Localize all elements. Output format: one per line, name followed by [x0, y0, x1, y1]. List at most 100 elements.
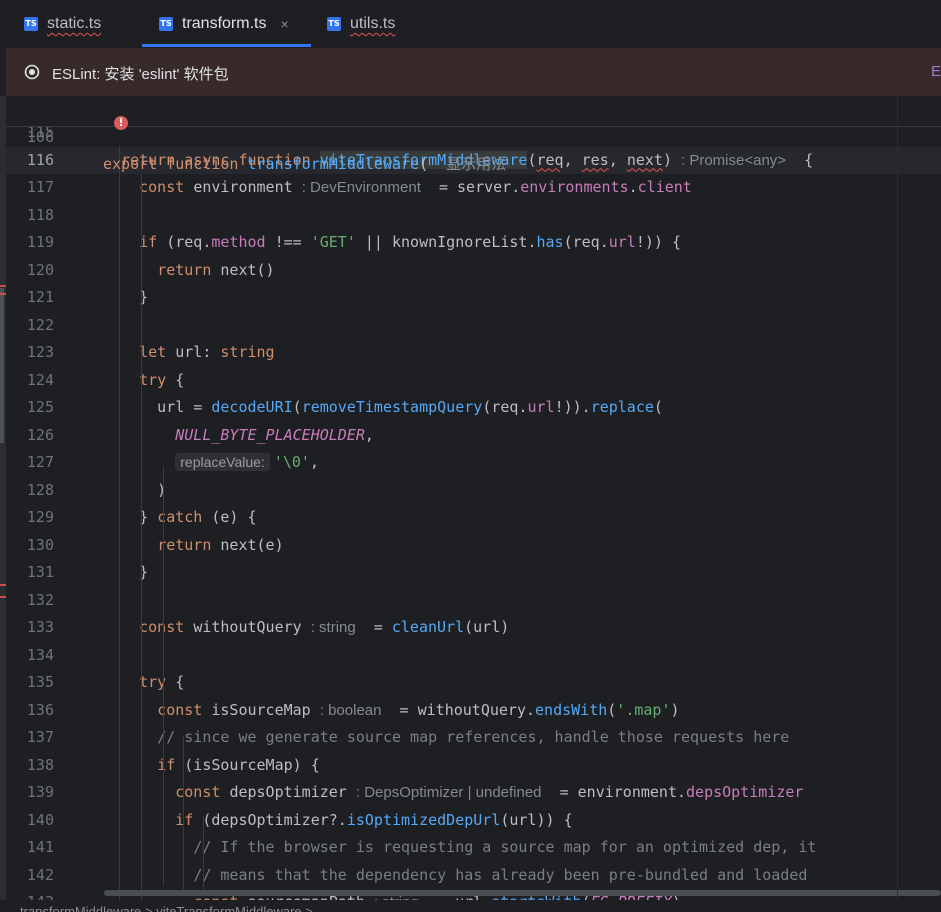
line-number[interactable]: 122 — [6, 312, 54, 339]
code-line[interactable]: 120 return next() — [6, 257, 941, 284]
code-token: // since we generate source map referenc… — [157, 728, 790, 746]
code-token: next(e) — [220, 535, 284, 554]
line-number[interactable]: 136 — [6, 697, 54, 724]
scrollbar-thumb[interactable] — [0, 288, 4, 443]
line-number[interactable]: 124 — [6, 367, 54, 394]
code-line[interactable]: 128 ) — [6, 477, 941, 504]
line-number[interactable]: 130 — [6, 532, 54, 559]
code-token: catch — [157, 508, 212, 526]
line-number[interactable]: 118 — [6, 202, 54, 229]
code-editor[interactable]: 115 116 return async function viteTransfo… — [6, 96, 941, 912]
line-number[interactable]: 132 — [6, 587, 54, 614]
line-number[interactable]: 139 — [6, 779, 54, 806]
code-text: return next(e) — [103, 532, 284, 559]
line-number[interactable]: 140 — [6, 807, 54, 834]
code-line[interactable]: 129 } catch (e) { — [6, 504, 941, 531]
code-line[interactable]: 137 // since we generate source map refe… — [6, 724, 941, 751]
code-line[interactable]: 140 if (depsOptimizer?.isOptimizedDepUrl… — [6, 807, 941, 834]
sticky-scope-header[interactable]: 106 export function transformMiddleware(… — [6, 96, 941, 173]
line-number[interactable]: 134 — [6, 642, 54, 669]
code-line[interactable]: 126 NULL_BYTE_PLACEHOLDER, — [6, 422, 941, 449]
code-line[interactable]: 138 if (isSourceMap) { — [6, 752, 941, 779]
line-number[interactable]: 142 — [6, 862, 54, 889]
code-token: const — [139, 618, 194, 636]
code-line[interactable]: 125 url = decodeURI(removeTimestampQuery… — [6, 394, 941, 421]
line-number[interactable]: 133 — [6, 614, 54, 641]
code-line[interactable]: 117 const environment : DevEnvironment =… — [6, 174, 941, 201]
line-number[interactable]: 128 — [6, 477, 54, 504]
code-line[interactable]: 121 } — [6, 284, 941, 311]
line-number[interactable]: 119 — [6, 229, 54, 256]
code-token: cleanUrl — [391, 618, 465, 636]
code-line[interactable]: 136 const isSourceMap : boolean = withou… — [6, 697, 941, 724]
code-token: removeTimestampQuery — [301, 398, 483, 416]
breadcrumb[interactable]: transformMiddleware > viteTransformMiddl… — [20, 904, 313, 912]
code-line[interactable]: 134 — [6, 642, 941, 669]
line-number[interactable]: 125 — [6, 394, 54, 421]
line-number[interactable]: 131 — [6, 559, 54, 586]
code-token: (e) { — [211, 508, 257, 526]
code-line[interactable]: 119 if (req.method !== 'GET' || knownIgn… — [6, 229, 941, 256]
close-icon[interactable]: × — [280, 16, 288, 32]
banner-action-link[interactable]: E — [931, 63, 941, 80]
code-token: try — [139, 370, 176, 389]
code-line[interactable]: 118 — [6, 202, 941, 229]
error-bulb-icon[interactable]: ! — [114, 116, 128, 130]
line-number[interactable]: 126 — [6, 422, 54, 449]
line-number[interactable]: 121 — [6, 284, 54, 311]
line-number[interactable]: 135 — [6, 669, 54, 696]
code-line[interactable]: 131 } — [6, 559, 941, 586]
typescript-file-icon: TS — [327, 17, 341, 31]
code-text: // If the browser is requesting a source… — [103, 834, 816, 861]
code-token: !)) { — [635, 233, 681, 251]
code-token: NULL_BYTE_PLACEHOLDER — [175, 425, 365, 444]
line-number[interactable]: 123 — [6, 339, 54, 366]
code-line[interactable]: 132 — [6, 587, 941, 614]
code-line[interactable]: 135 try { — [6, 669, 941, 696]
sticky-code: export function transformMiddleware( 显示用… — [103, 151, 506, 178]
tab-utils-ts[interactable]: TS utils.ts — [327, 0, 395, 48]
code-token: has — [536, 233, 564, 251]
code-token: '\0' — [273, 453, 310, 471]
eslint-notification-banner[interactable]: ESLint: 安装 'eslint' 软件包 E — [6, 48, 941, 96]
code-line[interactable]: 141 // If the browser is requesting a so… — [6, 834, 941, 861]
code-token: (depsOptimizer?. — [202, 810, 347, 829]
tab-label: utils.ts — [350, 15, 396, 32]
code-token: (req. — [563, 233, 609, 251]
inlay-hint: : boolean — [319, 701, 382, 719]
code-line[interactable]: 133 const withoutQuery : string = cleanU… — [6, 614, 941, 641]
code-line[interactable]: 127 replaceValue: '\0', — [6, 449, 941, 476]
line-number[interactable]: 120 — [6, 257, 54, 284]
line-number[interactable]: 137 — [6, 724, 54, 751]
code-token: try — [139, 673, 176, 691]
code-token: if — [139, 233, 167, 251]
code-line[interactable]: 139 const depsOptimizer : DepsOptimizer … — [6, 779, 941, 806]
code-token: endsWith — [535, 700, 608, 719]
code-token: = — [355, 618, 392, 636]
code-line[interactable]: 124 try { — [6, 367, 941, 394]
code-token: if — [157, 755, 185, 774]
line-number[interactable]: 138 — [6, 752, 54, 779]
line-number[interactable]: 127 — [6, 449, 54, 476]
line-number[interactable]: 129 — [6, 504, 54, 531]
code-token: res — [581, 150, 609, 169]
code-line[interactable]: 122 — [6, 312, 941, 339]
tab-transform-ts[interactable]: TS transform.ts × — [159, 0, 289, 48]
code-line[interactable]: 130 return next(e) — [6, 532, 941, 559]
code-line[interactable]: 142 // means that the dependency has alr… — [6, 862, 941, 889]
indent-guide — [183, 736, 184, 896]
horizontal-scrollbar[interactable] — [104, 890, 941, 896]
line-number[interactable]: 141 — [6, 834, 54, 861]
code-token: // means that the dependency has already… — [193, 865, 808, 884]
tab-static-ts[interactable]: TS static.ts — [24, 0, 101, 48]
code-line[interactable]: 123 let url: string — [6, 339, 941, 366]
code-token: !)). — [554, 398, 591, 416]
code-token: if — [175, 810, 203, 829]
